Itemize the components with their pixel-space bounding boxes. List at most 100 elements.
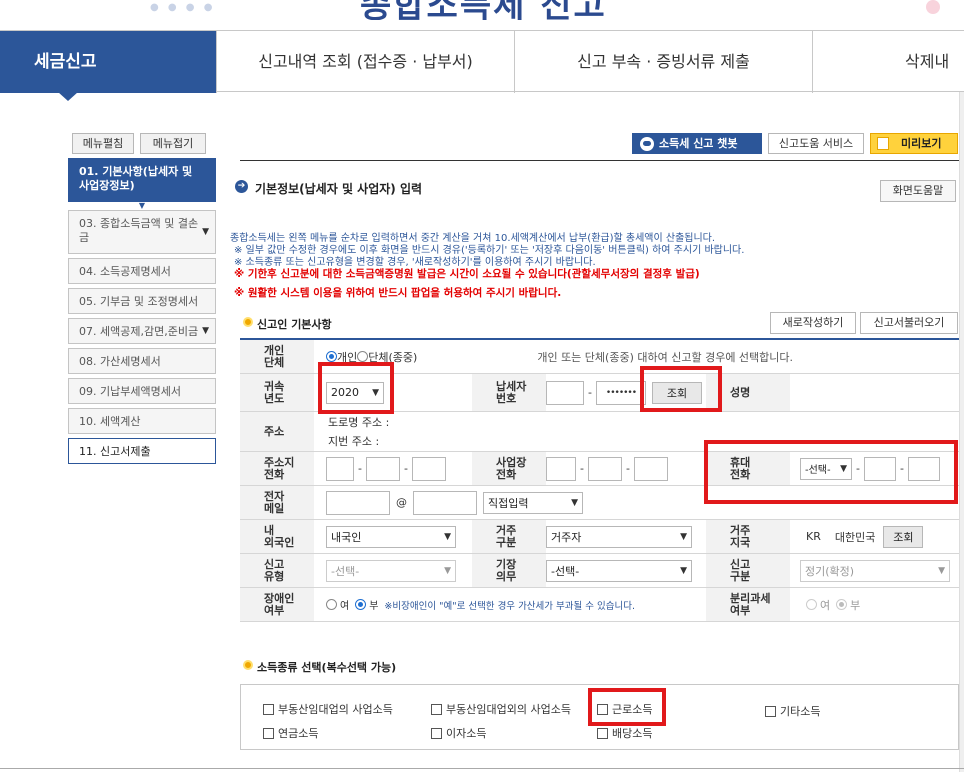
email-domain-select[interactable]: 직접입력 ▼	[483, 491, 583, 514]
expand-menu-button[interactable]: 메뉴펼침	[72, 133, 134, 154]
income-option-other[interactable]: 기타소득	[765, 703, 820, 719]
help-service-button[interactable]: 신고도움 서비스	[768, 133, 864, 154]
checkbox[interactable]	[263, 727, 274, 739]
preview-button[interactable]: 미리보기	[870, 133, 958, 154]
group-radio[interactable]	[357, 351, 369, 362]
disabled-yes-radio[interactable]	[326, 599, 337, 610]
checkbox[interactable]	[597, 727, 608, 739]
sidebar-item-tax-credit[interactable]: 07. 세액공제,감면,준비금 ▼	[68, 318, 216, 344]
sidebar-item-donation[interactable]: 05. 기부금 및 조정명세서	[68, 288, 216, 314]
chevron-down-icon: ▼	[202, 326, 209, 336]
sidebar-item-penalty[interactable]: 08. 가산세명세서	[68, 348, 216, 374]
individual-radio[interactable]	[326, 351, 337, 362]
country-lookup-button[interactable]: 조회	[883, 525, 924, 548]
income-option-other-business[interactable]: 부동산임대업외의 사업소득	[431, 701, 571, 717]
yes-label: 여	[340, 601, 350, 612]
new-report-button[interactable]: 새로작성하기	[770, 312, 856, 334]
chevron-down-icon: ▼	[938, 565, 945, 576]
income-option-pension[interactable]: 연금소득	[263, 725, 318, 741]
sidebar-item-basic-info[interactable]: 01. 기본사항(납세자 및 사업장정보)	[68, 158, 216, 202]
separate-tax-label: 분리과세 여부	[706, 588, 790, 621]
main-tabs: 세금신고 신고내역 조회 (접수증 · 납부서) 신고 부속 · 증빙서류 제출…	[0, 30, 964, 93]
form-row-nationality: 내 외국인 내국인 ▼ 거주 구분 거주자 ▼ 거주 지국 KR 대한민국 조회	[240, 520, 959, 554]
sidebar-item-tax-calc[interactable]: 10. 세액계산	[68, 408, 216, 434]
sidebar-item-deduction[interactable]: 04. 소득공제명세서	[68, 258, 216, 284]
chevron-down-icon: ▼	[571, 497, 578, 508]
bookkeeping-select[interactable]: -선택- ▼	[546, 559, 692, 582]
nationality-select[interactable]: 내국인 ▼	[326, 525, 456, 548]
page-scrollbar[interactable]	[959, 92, 964, 772]
biz-phone-field-3[interactable]	[633, 456, 668, 481]
bookkeeping-value: -선택-	[551, 564, 580, 578]
at-sign: @	[396, 496, 407, 509]
section-divider	[240, 160, 959, 161]
email-local-field[interactable]	[326, 490, 390, 515]
disabled-no-radio[interactable]	[355, 599, 367, 610]
screen-help-button[interactable]: 화면도움말	[880, 180, 956, 202]
submenu-arrow-icon: ▼	[138, 201, 146, 210]
income-option-earned[interactable]: 근로소득	[597, 701, 652, 717]
income-option-label: 부동산임대업외의 사업소득	[446, 703, 571, 716]
biz-phone-field-1[interactable]	[546, 456, 576, 481]
taxpayer-no-field-2[interactable]: •••••••	[595, 380, 646, 405]
sidebar-item-prepaid-tax[interactable]: 09. 기납부세액명세서	[68, 378, 216, 404]
checkbox[interactable]	[431, 703, 442, 715]
checkbox[interactable]	[597, 703, 608, 715]
checkbox[interactable]	[431, 727, 442, 739]
tab-attachment-submit[interactable]: 신고 부속 · 증빙서류 제출	[514, 31, 812, 93]
email-label: 전자 메일	[240, 486, 314, 519]
taxpayer-no-field-1[interactable]	[546, 380, 584, 405]
tab-delete[interactable]: 삭제내	[812, 31, 964, 93]
home-phone-field-1[interactable]	[326, 456, 354, 481]
tab-report-history[interactable]: 신고내역 조회 (접수증 · 납부서)	[216, 31, 514, 93]
residence-select[interactable]: 거주자 ▼	[546, 525, 692, 548]
page-bottom-border	[0, 768, 964, 769]
email-domain-field[interactable]	[413, 490, 477, 515]
chatbot-label: 소득세 신고 챗봇	[659, 137, 738, 150]
sidebar-item-label: 08. 가산세명세서	[79, 355, 161, 368]
report-type-label: 신고 유형	[240, 554, 314, 587]
chatbot-button[interactable]: 소득세 신고 챗봇	[632, 133, 762, 154]
chatbot-icon	[640, 137, 654, 151]
sidebar-item-label: 10. 세액계산	[79, 415, 141, 428]
checkbox[interactable]	[263, 703, 274, 715]
highlight-year	[318, 362, 394, 414]
disabled-label: 장애인 여부	[240, 588, 314, 621]
arrow-bullet-icon: ➔	[235, 180, 248, 193]
checkbox[interactable]	[765, 705, 776, 717]
form-row-disabled: 장애인 여부 여 부 ※비장애인이 "예"로 선택한 경우 가산세가 부과될 수…	[240, 588, 959, 622]
yes-label: 여	[820, 598, 831, 612]
residence-label: 거주 구분	[472, 520, 546, 553]
separate-tax-no-radio[interactable]	[836, 599, 848, 610]
residence-country-label: 거주 지국	[706, 520, 790, 553]
income-section-title: 소득종류 선택(복수선택 가능)	[243, 659, 396, 675]
collapse-menu-button[interactable]: 메뉴접기	[140, 133, 206, 154]
separate-tax-yes-radio[interactable]	[806, 599, 817, 610]
notice-text: ※ 일부 값만 수정한 경우에도 이후 화면을 반드시 경유('등록하기' 또는…	[234, 245, 745, 256]
report-class-select[interactable]: 정기(확정) ▼	[800, 559, 950, 582]
tab-tax-report[interactable]: 세금신고	[0, 31, 216, 93]
report-type-select[interactable]: -선택- ▼	[326, 559, 456, 582]
home-phone-field-2[interactable]	[365, 456, 400, 481]
sidebar-item-label: 01. 기본사항(납세자 및 사업장정보)	[79, 165, 193, 192]
chevron-down-icon: ▼	[680, 565, 687, 576]
bullet-icon	[243, 660, 253, 670]
email-domain-value: 직접입력	[488, 496, 529, 510]
home-phone-field-3[interactable]	[411, 456, 446, 481]
sidebar-item-submit[interactable]: 11. 신고서제출	[68, 438, 216, 464]
document-icon	[877, 137, 889, 150]
home-phone-label: 주소지 전화	[240, 452, 314, 485]
sidebar-item-label: 04. 소득공제명세서	[79, 265, 171, 278]
income-option-dividend[interactable]: 배당소득	[597, 725, 652, 741]
report-type-value: -선택-	[331, 564, 360, 578]
bullet-icon	[243, 317, 253, 327]
load-report-button[interactable]: 신고서불러오기	[860, 312, 958, 334]
sidebar-item-income[interactable]: 03. 종합소득금액 및 결손금 ▼	[68, 210, 216, 254]
active-tab-pointer	[58, 92, 78, 101]
name-value	[790, 374, 959, 411]
year-label: 귀속 년도	[240, 374, 314, 411]
dash-separator: -	[588, 386, 592, 399]
income-option-interest[interactable]: 이자소득	[431, 725, 486, 741]
income-option-rental-business[interactable]: 부동산임대업의 사업소득	[263, 701, 393, 717]
biz-phone-field-2[interactable]	[587, 456, 622, 481]
